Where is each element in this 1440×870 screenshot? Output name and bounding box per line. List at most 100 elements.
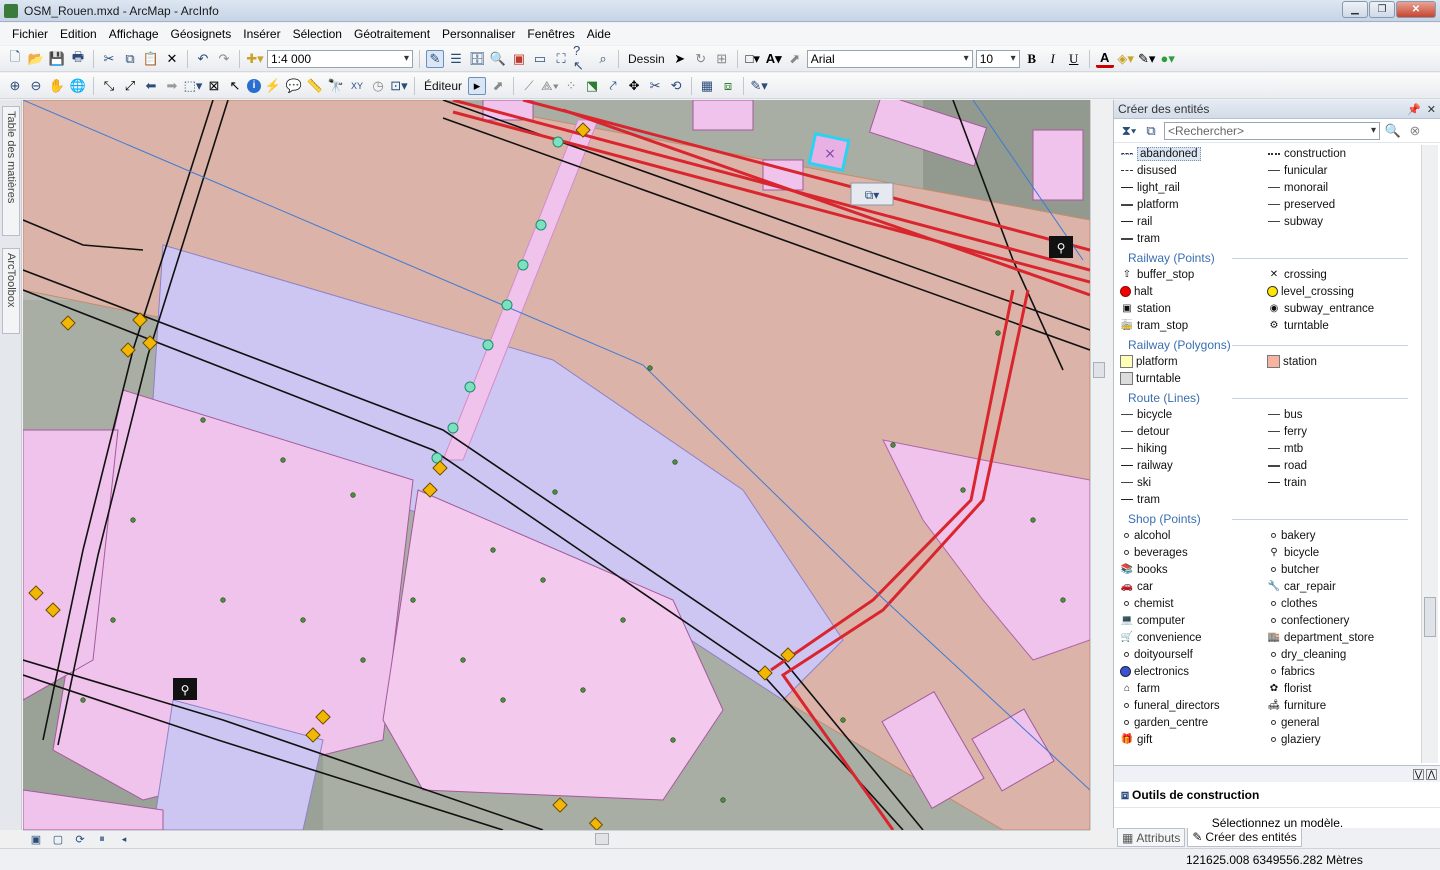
select-elements-pointer-icon[interactable]: ↖ [226,77,244,95]
panel-close-icon[interactable]: ✕ [1427,103,1436,116]
measure-icon[interactable]: 📏 [306,77,324,95]
map-horizontal-scrollbar[interactable]: ▣ ▢ ⟳ ⏸ ◂ [23,830,1090,847]
template-shop-point-glaziery[interactable]: glaziery [1267,731,1414,748]
bicycle-parking-icon[interactable]: ⚲ [173,678,197,700]
edit-vertices-tool-icon[interactable]: ⬔ [583,77,601,95]
template-shop-point-computer[interactable]: 💻 computer [1120,612,1267,629]
template-shop-point-car[interactable]: 🚗 car [1120,578,1267,595]
template-shop-point-beverages[interactable]: beverages [1120,544,1267,561]
sketch-properties-icon[interactable]: ⧈ [719,77,737,95]
template-route-line-ski[interactable]: ski [1120,474,1267,491]
template-railway-line-rail[interactable]: rail [1120,213,1267,230]
menu-selection[interactable]: Sélection [287,27,348,41]
forward-extent-icon[interactable]: ➡ [163,77,181,95]
bicycle-icon[interactable]: ⚲ [1049,236,1073,258]
fill-color-icon[interactable]: ◈▾ [1117,50,1135,68]
underline-button[interactable]: U [1065,50,1083,68]
mini-toolbar[interactable]: ⧉▾ [850,182,894,206]
selected-feature[interactable]: × [807,132,851,172]
group-railway-polygons[interactable]: Railway (Polygons) [1114,336,1420,353]
vertex-icon[interactable]: ⁘ [562,77,580,95]
template-shop-point-convenience[interactable]: 🛒 convenience [1120,629,1267,646]
close-button[interactable]: ✕ [1396,1,1436,18]
menu-fenetres[interactable]: Fenêtres [521,27,580,41]
template-railway-line-monorail[interactable]: monorail [1267,179,1414,196]
search-window-icon[interactable]: 🔍 [489,50,507,68]
map-svg[interactable]: ⚲ ⚲ × ⧉▾ [23,100,1090,830]
new-document-icon[interactable]: 🗋 [6,49,24,68]
python-window-icon[interactable]: ▭ [531,50,549,68]
construction-tools-icon[interactable]: ⟁▾ [541,77,559,95]
template-shop-point-confectionery[interactable]: confectionery [1267,612,1414,629]
template-route-line-bicycle[interactable]: bicycle [1120,406,1267,423]
create-viewer-icon[interactable]: ⊡▾ [390,77,408,95]
zoom-out-icon[interactable]: ⊖ [27,77,45,95]
group-shop-points[interactable]: Shop (Points) [1114,510,1420,527]
template-list[interactable]: abandoned construction disused funicular lig… [1114,145,1420,763]
whats-this-icon[interactable]: ?↖ [573,43,591,73]
layout-view-icon[interactable]: ▣ [27,830,45,848]
data-view-icon[interactable]: ▢ [49,830,67,848]
template-route-line-detour[interactable]: detour [1120,423,1267,440]
menu-edition[interactable]: Edition [54,27,103,41]
minimize-button[interactable]: ▁ [1342,1,1368,18]
template-route-line-road[interactable]: road [1267,457,1414,474]
menu-fichier[interactable]: Fichier [6,27,54,41]
pin-icon[interactable]: 📌 [1407,103,1421,116]
select-elements-icon[interactable]: ➤ [671,50,689,68]
template-shop-point-fabrics[interactable]: fabrics [1267,663,1414,680]
select-features-icon[interactable]: ⬚▾ [184,77,203,95]
pause-drawing-icon[interactable]: ⏸ [93,830,111,848]
template-shop-point-butcher[interactable]: butcher [1267,561,1414,578]
rotate-feature-icon[interactable]: ⟲ [667,77,685,95]
template-railway-point-subway-entrance[interactable]: ◉ subway_entrance [1267,300,1414,317]
edit-tool-icon[interactable]: ▸ [468,76,487,95]
attributes-icon[interactable]: ▦ [698,77,716,95]
template-route-line-train[interactable]: train [1267,474,1414,491]
tab-arctoolbox[interactable]: ArcToolbox [2,248,20,334]
menu-affichage[interactable]: Affichage [103,27,165,41]
model-builder-icon[interactable]: ⛶ [552,50,570,68]
add-data-icon[interactable]: ✚▾ [246,50,264,68]
menu-inserer[interactable]: Insérer [237,27,286,41]
full-extent-icon[interactable]: 🌐 [69,77,87,95]
template-shop-point-bakery[interactable]: bakery [1267,527,1414,544]
restore-button[interactable]: ❐ [1369,1,1395,18]
template-railway-line-funicular[interactable]: funicular [1267,162,1414,179]
map-canvas[interactable]: ⚲ ⚲ × ⧉▾ [23,100,1090,830]
template-shop-point-florist[interactable]: ✿ florist [1267,680,1414,697]
template-railway-point-station[interactable]: ▣ station [1120,300,1267,317]
template-shop-point-clothes[interactable]: clothes [1267,595,1414,612]
template-railway-line-disused[interactable]: disused [1120,162,1267,179]
template-route-line-ferry[interactable]: ferry [1267,423,1414,440]
template-railway-polygon-turntable[interactable]: turntable [1120,370,1267,387]
group-route-lines[interactable]: Route (Lines) [1114,389,1420,406]
fixed-zoom-in-icon[interactable]: ⤡ [100,77,118,95]
table-of-contents-icon[interactable]: ☰ [447,50,465,68]
save-icon[interactable]: 💾 [48,50,66,68]
template-route-line-railway[interactable]: railway [1120,457,1267,474]
straight-segment-icon[interactable]: ⟋ [520,77,538,95]
edit-vertices-icon[interactable]: ⬈ [786,50,804,68]
template-shop-point-dry-cleaning[interactable]: dry_cleaning [1267,646,1414,663]
time-slider-icon[interactable]: ◷ [369,77,387,95]
move-icon[interactable]: ✥ [625,77,643,95]
back-extent-icon[interactable]: ⬅ [142,77,160,95]
template-railway-point-buffer-stop[interactable]: ⇧ buffer_stop [1120,266,1267,283]
font-size-combo[interactable]: 10 [975,49,1020,68]
italic-button[interactable]: I [1044,50,1062,68]
group-railway-points[interactable]: Railway (Points) [1114,249,1420,266]
go-to-xy-icon[interactable]: XY [348,77,366,95]
template-railway-point-level-crossing[interactable]: level_crossing [1267,283,1414,300]
template-shop-point-garden-centre[interactable]: garden_centre [1120,714,1267,731]
scroll-left-icon[interactable]: ◂ [115,830,133,848]
refresh-icon[interactable]: ⟳ [71,830,89,848]
map-vertical-scrollbar[interactable] [1090,100,1107,830]
hyperlink-icon[interactable]: ⚡ [264,77,282,95]
template-list-scrollbar[interactable] [1421,145,1438,763]
reshape-icon[interactable]: ⤤ [604,77,622,95]
template-railway-line-light-rail[interactable]: light_rail [1120,179,1267,196]
template-railway-polygon-station[interactable]: station [1267,353,1414,370]
edit-annotation-icon[interactable]: ⬈ [489,77,507,95]
rectangle-icon[interactable]: □▾ [744,50,762,68]
